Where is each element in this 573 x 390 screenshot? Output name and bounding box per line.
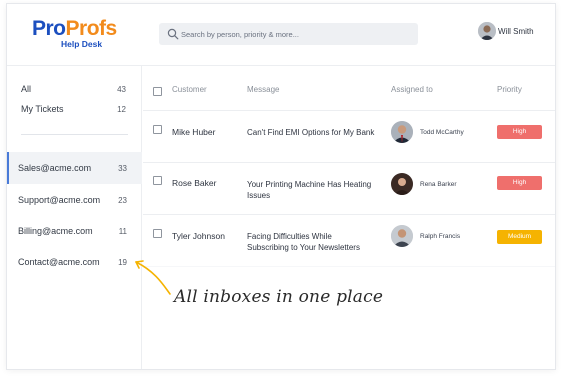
sidebar-item-label: Sales@acme.com [18,163,92,173]
user-avatar[interactable] [478,22,496,40]
ticket-message[interactable]: Facing Difficulties While Subscribing to… [247,231,375,253]
customer-name: Rose Baker [172,178,217,188]
sidebar-item-label: All [21,84,32,94]
sidebar-item-label: Support@acme.com [18,195,101,205]
sidebar-item-support-inbox[interactable]: Support@acme.com 23 [7,184,142,216]
priority-badge: High [497,125,542,139]
top-bar: ProProfs Help Desk Will Smith [7,4,555,66]
table-row[interactable]: Tyler Johnson Facing Difficulties While … [143,215,555,267]
priority-badge: High [497,176,542,190]
sidebar-item-contact-inbox[interactable]: Contact@acme.com 19 [7,246,142,278]
logo-pro-text: Pro [32,17,66,40]
bottom-fade-overlay [143,266,555,369]
logo-profs-text: Profs [65,17,118,40]
column-header-customer[interactable]: Customer [172,85,207,94]
assigned-agent: Rena Barker [420,181,457,188]
annotation-caption: All inboxes in one place [174,287,384,307]
agent-avatar [391,173,413,195]
customer-name: Tyler Johnson [172,231,225,241]
helpdesk-window: ProProfs Help Desk Will Smith All [6,3,556,370]
sidebar-item-my-tickets[interactable]: My Tickets 12 [7,99,142,121]
sidebar-item-count: 23 [118,196,127,205]
ticket-table: Customer Message Assigned to Priority Mi… [143,66,555,369]
table-header: Customer Message Assigned to Priority [143,66,555,111]
row-checkbox[interactable] [153,176,162,185]
assigned-agent: Ralph Francis [420,233,461,240]
column-header-priority[interactable]: Priority [497,85,522,94]
sidebar-item-label: Billing@acme.com [18,226,93,236]
customer-name: Mike Huber [172,127,216,137]
sidebar-item-count: 43 [117,85,126,94]
search-bar[interactable] [159,23,418,45]
table-row[interactable]: Mike Huber Can't Find EMI Options for My… [143,111,555,163]
assigned-agent: Todd McCarthy [420,129,464,136]
search-icon [167,28,179,40]
table-row[interactable]: Rose Baker Your Printing Machine Has Hea… [143,163,555,215]
ticket-message[interactable]: Your Printing Machine Has Heating Issues [247,179,375,201]
column-header-assigned[interactable]: Assigned to [391,85,433,94]
ticket-message[interactable]: Can't Find EMI Options for My Bank [247,127,375,138]
sidebar-item-count: 19 [118,258,127,267]
row-checkbox[interactable] [153,229,162,238]
sidebar: All 43 My Tickets 12 Sales@acme.com 33 S… [7,66,142,369]
sidebar-item-count: 12 [117,105,126,114]
sidebar-item-label: My Tickets [21,104,64,114]
sidebar-item-billing-inbox[interactable]: Billing@acme.com 11 [7,215,142,247]
sidebar-item-sales-inbox[interactable]: Sales@acme.com 33 [7,152,142,184]
agent-avatar [391,121,413,143]
user-name: Will Smith [498,27,534,36]
search-input[interactable] [181,23,413,45]
select-all-checkbox[interactable] [153,87,162,96]
column-header-message[interactable]: Message [247,85,279,94]
priority-badge: Medium [497,230,542,244]
proprofs-logo[interactable]: ProProfs Help Desk [32,17,117,53]
sidebar-item-count: 11 [118,227,127,236]
logo-subtitle: Help Desk [61,39,103,49]
curved-arrow-icon [135,260,171,295]
agent-avatar [391,225,413,247]
sidebar-divider [21,134,128,135]
row-checkbox[interactable] [153,125,162,134]
sidebar-item-label: Contact@acme.com [18,257,100,267]
sidebar-item-all[interactable]: All 43 [7,79,142,101]
sidebar-item-count: 33 [118,164,127,173]
